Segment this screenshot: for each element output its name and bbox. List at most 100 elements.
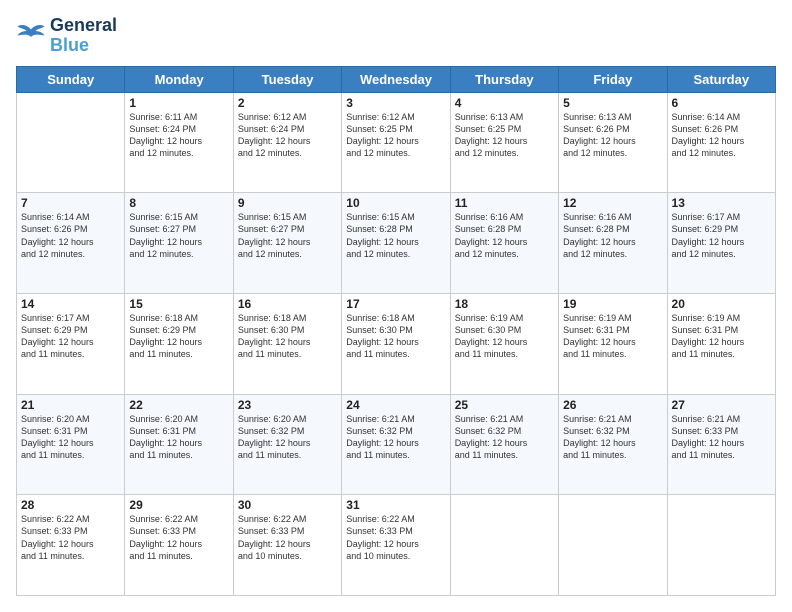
calendar-week-row: 7Sunrise: 6:14 AM Sunset: 6:26 PM Daylig…	[17, 193, 776, 294]
calendar-week-row: 28Sunrise: 6:22 AM Sunset: 6:33 PM Dayli…	[17, 495, 776, 596]
day-info: Sunrise: 6:14 AM Sunset: 6:26 PM Dayligh…	[672, 111, 771, 160]
day-info: Sunrise: 6:14 AM Sunset: 6:26 PM Dayligh…	[21, 211, 120, 260]
day-info: Sunrise: 6:19 AM Sunset: 6:31 PM Dayligh…	[672, 312, 771, 361]
header: General Blue	[16, 16, 776, 56]
calendar-table: Sunday Monday Tuesday Wednesday Thursday…	[16, 66, 776, 596]
table-row	[17, 92, 125, 193]
day-info: Sunrise: 6:21 AM Sunset: 6:32 PM Dayligh…	[563, 413, 662, 462]
day-number: 31	[346, 498, 445, 512]
col-monday: Monday	[125, 66, 233, 92]
day-info: Sunrise: 6:22 AM Sunset: 6:33 PM Dayligh…	[21, 513, 120, 562]
table-row: 26Sunrise: 6:21 AM Sunset: 6:32 PM Dayli…	[559, 394, 667, 495]
day-info: Sunrise: 6:22 AM Sunset: 6:33 PM Dayligh…	[238, 513, 337, 562]
page: General Blue Sunday Monday Tuesday Wedne…	[0, 0, 792, 612]
day-info: Sunrise: 6:18 AM Sunset: 6:30 PM Dayligh…	[238, 312, 337, 361]
table-row: 23Sunrise: 6:20 AM Sunset: 6:32 PM Dayli…	[233, 394, 341, 495]
col-friday: Friday	[559, 66, 667, 92]
day-number: 9	[238, 196, 337, 210]
table-row: 31Sunrise: 6:22 AM Sunset: 6:33 PM Dayli…	[342, 495, 450, 596]
day-number: 20	[672, 297, 771, 311]
day-info: Sunrise: 6:15 AM Sunset: 6:27 PM Dayligh…	[129, 211, 228, 260]
day-number: 6	[672, 96, 771, 110]
table-row: 11Sunrise: 6:16 AM Sunset: 6:28 PM Dayli…	[450, 193, 558, 294]
table-row	[667, 495, 775, 596]
table-row: 22Sunrise: 6:20 AM Sunset: 6:31 PM Dayli…	[125, 394, 233, 495]
day-number: 21	[21, 398, 120, 412]
day-info: Sunrise: 6:21 AM Sunset: 6:32 PM Dayligh…	[346, 413, 445, 462]
logo: General Blue	[16, 16, 117, 56]
day-number: 7	[21, 196, 120, 210]
day-info: Sunrise: 6:22 AM Sunset: 6:33 PM Dayligh…	[346, 513, 445, 562]
day-number: 22	[129, 398, 228, 412]
day-number: 3	[346, 96, 445, 110]
day-info: Sunrise: 6:19 AM Sunset: 6:30 PM Dayligh…	[455, 312, 554, 361]
table-row: 28Sunrise: 6:22 AM Sunset: 6:33 PM Dayli…	[17, 495, 125, 596]
logo-icon	[16, 23, 46, 48]
table-row: 2Sunrise: 6:12 AM Sunset: 6:24 PM Daylig…	[233, 92, 341, 193]
day-number: 27	[672, 398, 771, 412]
table-row: 9Sunrise: 6:15 AM Sunset: 6:27 PM Daylig…	[233, 193, 341, 294]
table-row: 15Sunrise: 6:18 AM Sunset: 6:29 PM Dayli…	[125, 293, 233, 394]
calendar-week-row: 21 Sunrise: 6:20 AM Sunset: 6:31 PM Dayli…	[17, 394, 776, 495]
day-number: 15	[129, 297, 228, 311]
day-number: 4	[455, 96, 554, 110]
day-info: Sunrise: 6:21 AM Sunset: 6:32 PM Dayligh…	[455, 413, 554, 462]
day-info: Sunrise: 6:17 AM Sunset: 6:29 PM Dayligh…	[21, 312, 120, 361]
day-number: 12	[563, 196, 662, 210]
day-info: Sunrise: 6:17 AM Sunset: 6:29 PM Dayligh…	[672, 211, 771, 260]
day-info: Sunrise: 6:19 AM Sunset: 6:31 PM Dayligh…	[563, 312, 662, 361]
day-number: 25	[455, 398, 554, 412]
table-row: 10Sunrise: 6:15 AM Sunset: 6:28 PM Dayli…	[342, 193, 450, 294]
table-row: 4Sunrise: 6:13 AM Sunset: 6:25 PM Daylig…	[450, 92, 558, 193]
table-row: 29Sunrise: 6:22 AM Sunset: 6:33 PM Dayli…	[125, 495, 233, 596]
day-info: Sunrise: 6:21 AM Sunset: 6:33 PM Dayligh…	[672, 413, 771, 462]
day-info: Sunrise: 6:18 AM Sunset: 6:29 PM Dayligh…	[129, 312, 228, 361]
day-info: Sunrise: 6:12 AM Sunset: 6:25 PM Dayligh…	[346, 111, 445, 160]
table-row: 21Sunrise: 6:20 AM Sunset: 6:31 PM Dayli…	[17, 394, 125, 495]
logo-text-line1: General	[50, 16, 117, 36]
calendar-week-row: 14Sunrise: 6:17 AM Sunset: 6:29 PM Dayli…	[17, 293, 776, 394]
day-number: 18	[455, 297, 554, 311]
table-row: 6Sunrise: 6:14 AM Sunset: 6:26 PM Daylig…	[667, 92, 775, 193]
day-info: Sunrise: 6:11 AM Sunset: 6:24 PM Dayligh…	[129, 111, 228, 160]
table-row: 18Sunrise: 6:19 AM Sunset: 6:30 PM Dayli…	[450, 293, 558, 394]
table-row: 14Sunrise: 6:17 AM Sunset: 6:29 PM Dayli…	[17, 293, 125, 394]
day-info: Sunrise: 6:20 AM Sunset: 6:32 PM Dayligh…	[238, 413, 337, 462]
day-number: 11	[455, 196, 554, 210]
day-info: Sunrise: 6:13 AM Sunset: 6:26 PM Dayligh…	[563, 111, 662, 160]
day-info: Sunrise: 6:13 AM Sunset: 6:25 PM Dayligh…	[455, 111, 554, 160]
day-number: 24	[346, 398, 445, 412]
day-info: Sunrise: 6:15 AM Sunset: 6:27 PM Dayligh…	[238, 211, 337, 260]
day-info: Sunrise: 6:22 AM Sunset: 6:33 PM Dayligh…	[129, 513, 228, 562]
table-row: 25Sunrise: 6:21 AM Sunset: 6:32 PM Dayli…	[450, 394, 558, 495]
table-row: 16Sunrise: 6:18 AM Sunset: 6:30 PM Dayli…	[233, 293, 341, 394]
day-number: 26	[563, 398, 662, 412]
day-info: Sunrise: 6:18 AM Sunset: 6:30 PM Dayligh…	[346, 312, 445, 361]
col-tuesday: Tuesday	[233, 66, 341, 92]
table-row: 12Sunrise: 6:16 AM Sunset: 6:28 PM Dayli…	[559, 193, 667, 294]
table-row: 8Sunrise: 6:15 AM Sunset: 6:27 PM Daylig…	[125, 193, 233, 294]
day-number: 29	[129, 498, 228, 512]
table-row: 13Sunrise: 6:17 AM Sunset: 6:29 PM Dayli…	[667, 193, 775, 294]
table-row: 7Sunrise: 6:14 AM Sunset: 6:26 PM Daylig…	[17, 193, 125, 294]
day-number: 10	[346, 196, 445, 210]
calendar-header-row: Sunday Monday Tuesday Wednesday Thursday…	[17, 66, 776, 92]
day-number: 8	[129, 196, 228, 210]
day-number: 14	[21, 297, 120, 311]
table-row: 5Sunrise: 6:13 AM Sunset: 6:26 PM Daylig…	[559, 92, 667, 193]
table-row: 1Sunrise: 6:11 AM Sunset: 6:24 PM Daylig…	[125, 92, 233, 193]
day-number: 17	[346, 297, 445, 311]
day-number: 2	[238, 96, 337, 110]
day-info: Sunrise: 6:12 AM Sunset: 6:24 PM Dayligh…	[238, 111, 337, 160]
day-info: Sunrise: 6:20 AM Sunset: 6:31 PM Dayligh…	[129, 413, 228, 462]
day-info: Sunrise: 6:16 AM Sunset: 6:28 PM Dayligh…	[563, 211, 662, 260]
col-thursday: Thursday	[450, 66, 558, 92]
col-sunday: Sunday	[17, 66, 125, 92]
table-row: 27Sunrise: 6:21 AM Sunset: 6:33 PM Dayli…	[667, 394, 775, 495]
table-row	[559, 495, 667, 596]
day-number: 13	[672, 196, 771, 210]
table-row: 19Sunrise: 6:19 AM Sunset: 6:31 PM Dayli…	[559, 293, 667, 394]
col-saturday: Saturday	[667, 66, 775, 92]
day-number: 30	[238, 498, 337, 512]
table-row: 3Sunrise: 6:12 AM Sunset: 6:25 PM Daylig…	[342, 92, 450, 193]
